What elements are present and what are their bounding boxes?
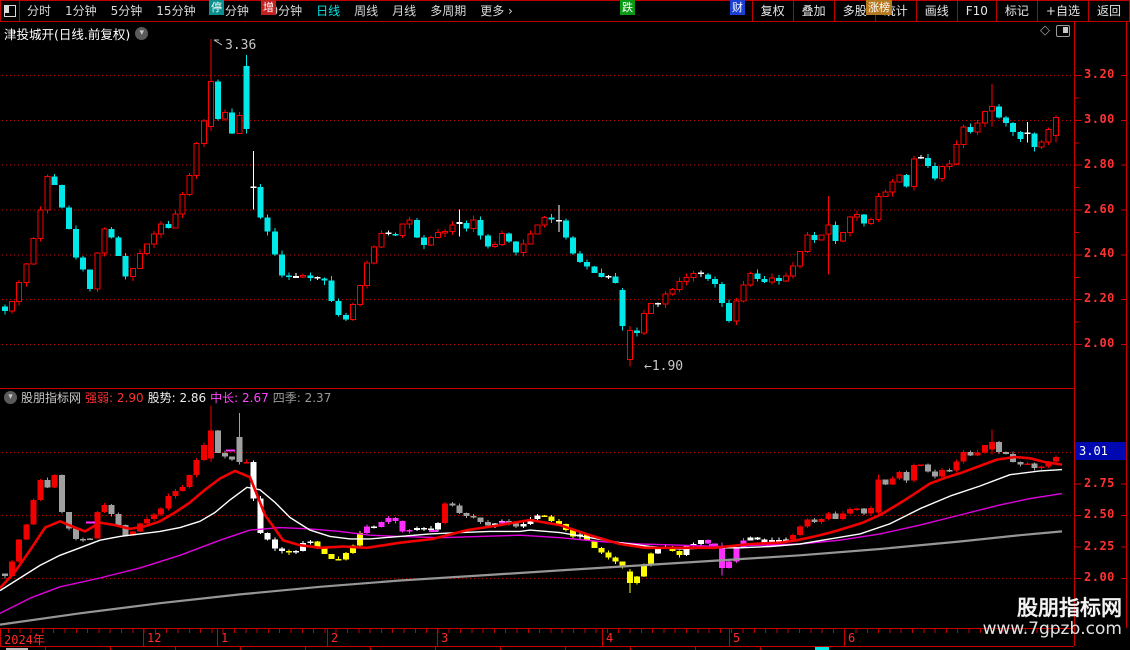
main-y-axis-label: 2.60 — [1084, 201, 1115, 216]
event-marker-3[interactable]: 财 — [730, 0, 745, 15]
indicator-candles — [2, 405, 1059, 594]
svg-text:←1.90: ←1.90 — [644, 359, 683, 374]
watermark-site-name: 股朋指标网 — [1017, 596, 1122, 620]
indicator-header: ▾ 股朋指标网 强弱: 2.90 股势: 2.86 中长: 2.67 四季: 2.37 — [4, 390, 332, 405]
main-candles — [2, 39, 1059, 367]
indicator-collapse-icon[interactable]: ▾ — [4, 390, 17, 404]
watermark-url: www.7gpzb.com — [982, 619, 1122, 640]
indicator-y-axis-label: 2.50 — [1084, 507, 1115, 521]
time-axis-month-label: 4 — [606, 631, 614, 645]
indicator-field-3: 四季: 2.37 — [272, 390, 332, 405]
frame-lines — [0, 22, 1127, 650]
indicator-y-axis-label: 2.75 — [1084, 475, 1115, 490]
event-marker-2[interactable]: 跌 — [620, 0, 635, 15]
time-axis-month-label: 2 — [331, 631, 339, 645]
svg-text:3.36: 3.36 — [225, 38, 256, 53]
time-axis-month-label: 3 — [441, 631, 449, 645]
indicator-field-1: 股势: 2.86 — [147, 390, 207, 405]
trading-app-window: 分时 1分钟 5分钟 15分钟 30分钟 60分钟 日线 周线 月线 多周期 更多 › 复权 叠加 多股… — [0, 0, 1130, 650]
time-axis-month-label: 5 — [733, 631, 741, 645]
last-price-badge: 3.01 — [1075, 441, 1126, 460]
indicator-field-0: 强弱: 2.90 — [85, 390, 144, 405]
event-marker-0[interactable]: 停 — [209, 0, 224, 15]
time-axis-year-label: 2024年 — [4, 633, 45, 647]
main-y-axis-label: 2.00 — [1084, 336, 1115, 350]
main-y-axis-label: 2.80 — [1084, 156, 1115, 171]
time-axis-month-label: 6 — [848, 631, 856, 645]
main-y-axis-label: 3.20 — [1084, 67, 1115, 81]
main-grid — [2, 75, 1073, 579]
time-axis-month-label: 1 — [221, 631, 229, 645]
indicator-y-axis-label: 2.00 — [1084, 570, 1115, 584]
event-marker-1[interactable]: 增 — [261, 0, 276, 15]
main-y-axis-label: 2.20 — [1084, 291, 1115, 306]
time-axis-month-label: 12 — [147, 631, 162, 645]
main-y-axis-label: 3.00 — [1084, 111, 1115, 126]
watermark: 股朋指标网 www.7gpzb.com — [982, 596, 1122, 640]
main-y-axis-label: 2.40 — [1084, 246, 1115, 261]
indicator-field-2: 中长: 2.67 — [210, 390, 269, 405]
candlestick-chart-canvas[interactable]: 3.36 ←1.90 — [0, 0, 1130, 650]
price-annotations: 3.36 ←1.90 — [213, 38, 683, 374]
indicator-name: 股朋指标网 — [21, 390, 82, 405]
indicator-lines — [0, 455, 1063, 626]
event-marker-4[interactable]: 涨榜 — [866, 0, 892, 15]
indicator-y-axis-label: 2.25 — [1084, 538, 1115, 553]
